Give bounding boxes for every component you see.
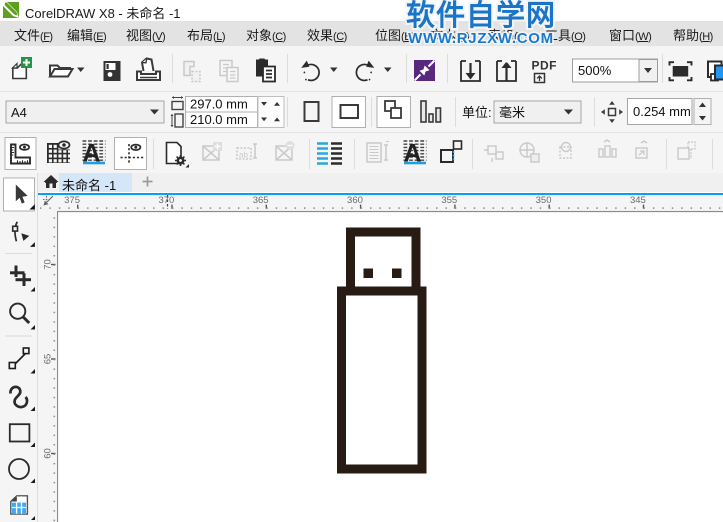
svg-text:210.0 mm: 210.0 mm — [190, 112, 248, 127]
svg-text:毫米: 毫米 — [499, 105, 525, 120]
svg-text:0.254 mm: 0.254 mm — [633, 104, 691, 119]
svg-text:297.0 mm: 297.0 mm — [190, 97, 248, 112]
svg-text:单位:: 单位: — [462, 105, 492, 120]
svg-text:500%: 500% — [578, 63, 612, 78]
svg-text:A4: A4 — [11, 105, 27, 120]
svg-text:ab: ab — [239, 151, 248, 160]
svg-text:PDF: PDF — [532, 59, 558, 73]
